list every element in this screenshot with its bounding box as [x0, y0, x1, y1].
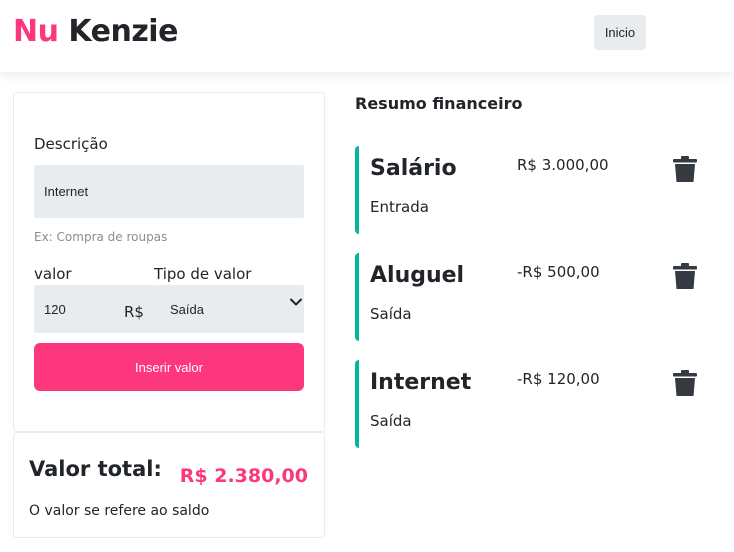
trash-icon[interactable]: [672, 262, 698, 290]
entry-type: Saída: [370, 305, 412, 323]
entry-card: Internet -R$ 120,00 Saída: [355, 360, 710, 448]
trash-icon[interactable]: [672, 155, 698, 183]
total-note: O valor se refere ao saldo: [29, 503, 210, 519]
currency-symbol: R$: [124, 303, 144, 321]
description-hint: Ex: Compra de roupas: [34, 230, 168, 244]
entry-card: Aluguel -R$ 500,00 Saída: [355, 253, 710, 341]
total-card: Valor total: R$ 2.380,00 O valor se refe…: [13, 432, 325, 538]
logo: Nu Kenzie: [13, 14, 178, 49]
insert-value-button[interactable]: Inserir valor: [34, 343, 304, 391]
entry-type: Entrada: [370, 198, 429, 216]
trash-icon[interactable]: [672, 369, 698, 397]
entry-title: Internet: [370, 370, 472, 395]
total-label: Valor total:: [29, 457, 162, 481]
entry-type: Saída: [370, 412, 412, 430]
type-label: Tipo de valor: [154, 265, 252, 283]
description-label: Descrição: [34, 135, 108, 153]
home-button[interactable]: Inicio: [594, 15, 646, 50]
entry-amount: R$ 3.000,00: [517, 156, 609, 174]
type-select[interactable]: Saída: [159, 285, 304, 333]
summary-title: Resumo financeiro: [355, 94, 523, 113]
entry-amount: -R$ 500,00: [517, 263, 600, 281]
entry-title: Aluguel: [370, 263, 465, 288]
chevron-down-icon: [290, 298, 302, 306]
entry-card: Salário R$ 3.000,00 Entrada: [355, 146, 710, 234]
logo-kenzie: Kenzie: [68, 14, 178, 49]
app-header: Nu Kenzie Inicio: [0, 0, 734, 72]
transaction-form: Descrição Internet Ex: Compra de roupas …: [13, 92, 325, 432]
entry-title: Salário: [370, 156, 457, 181]
description-input[interactable]: Internet: [34, 165, 304, 218]
value-label: valor: [34, 265, 72, 283]
entry-amount: -R$ 120,00: [517, 370, 600, 388]
logo-nu: Nu: [13, 14, 59, 49]
type-select-value: Saída: [170, 301, 204, 317]
total-value: R$ 2.380,00: [179, 465, 308, 487]
